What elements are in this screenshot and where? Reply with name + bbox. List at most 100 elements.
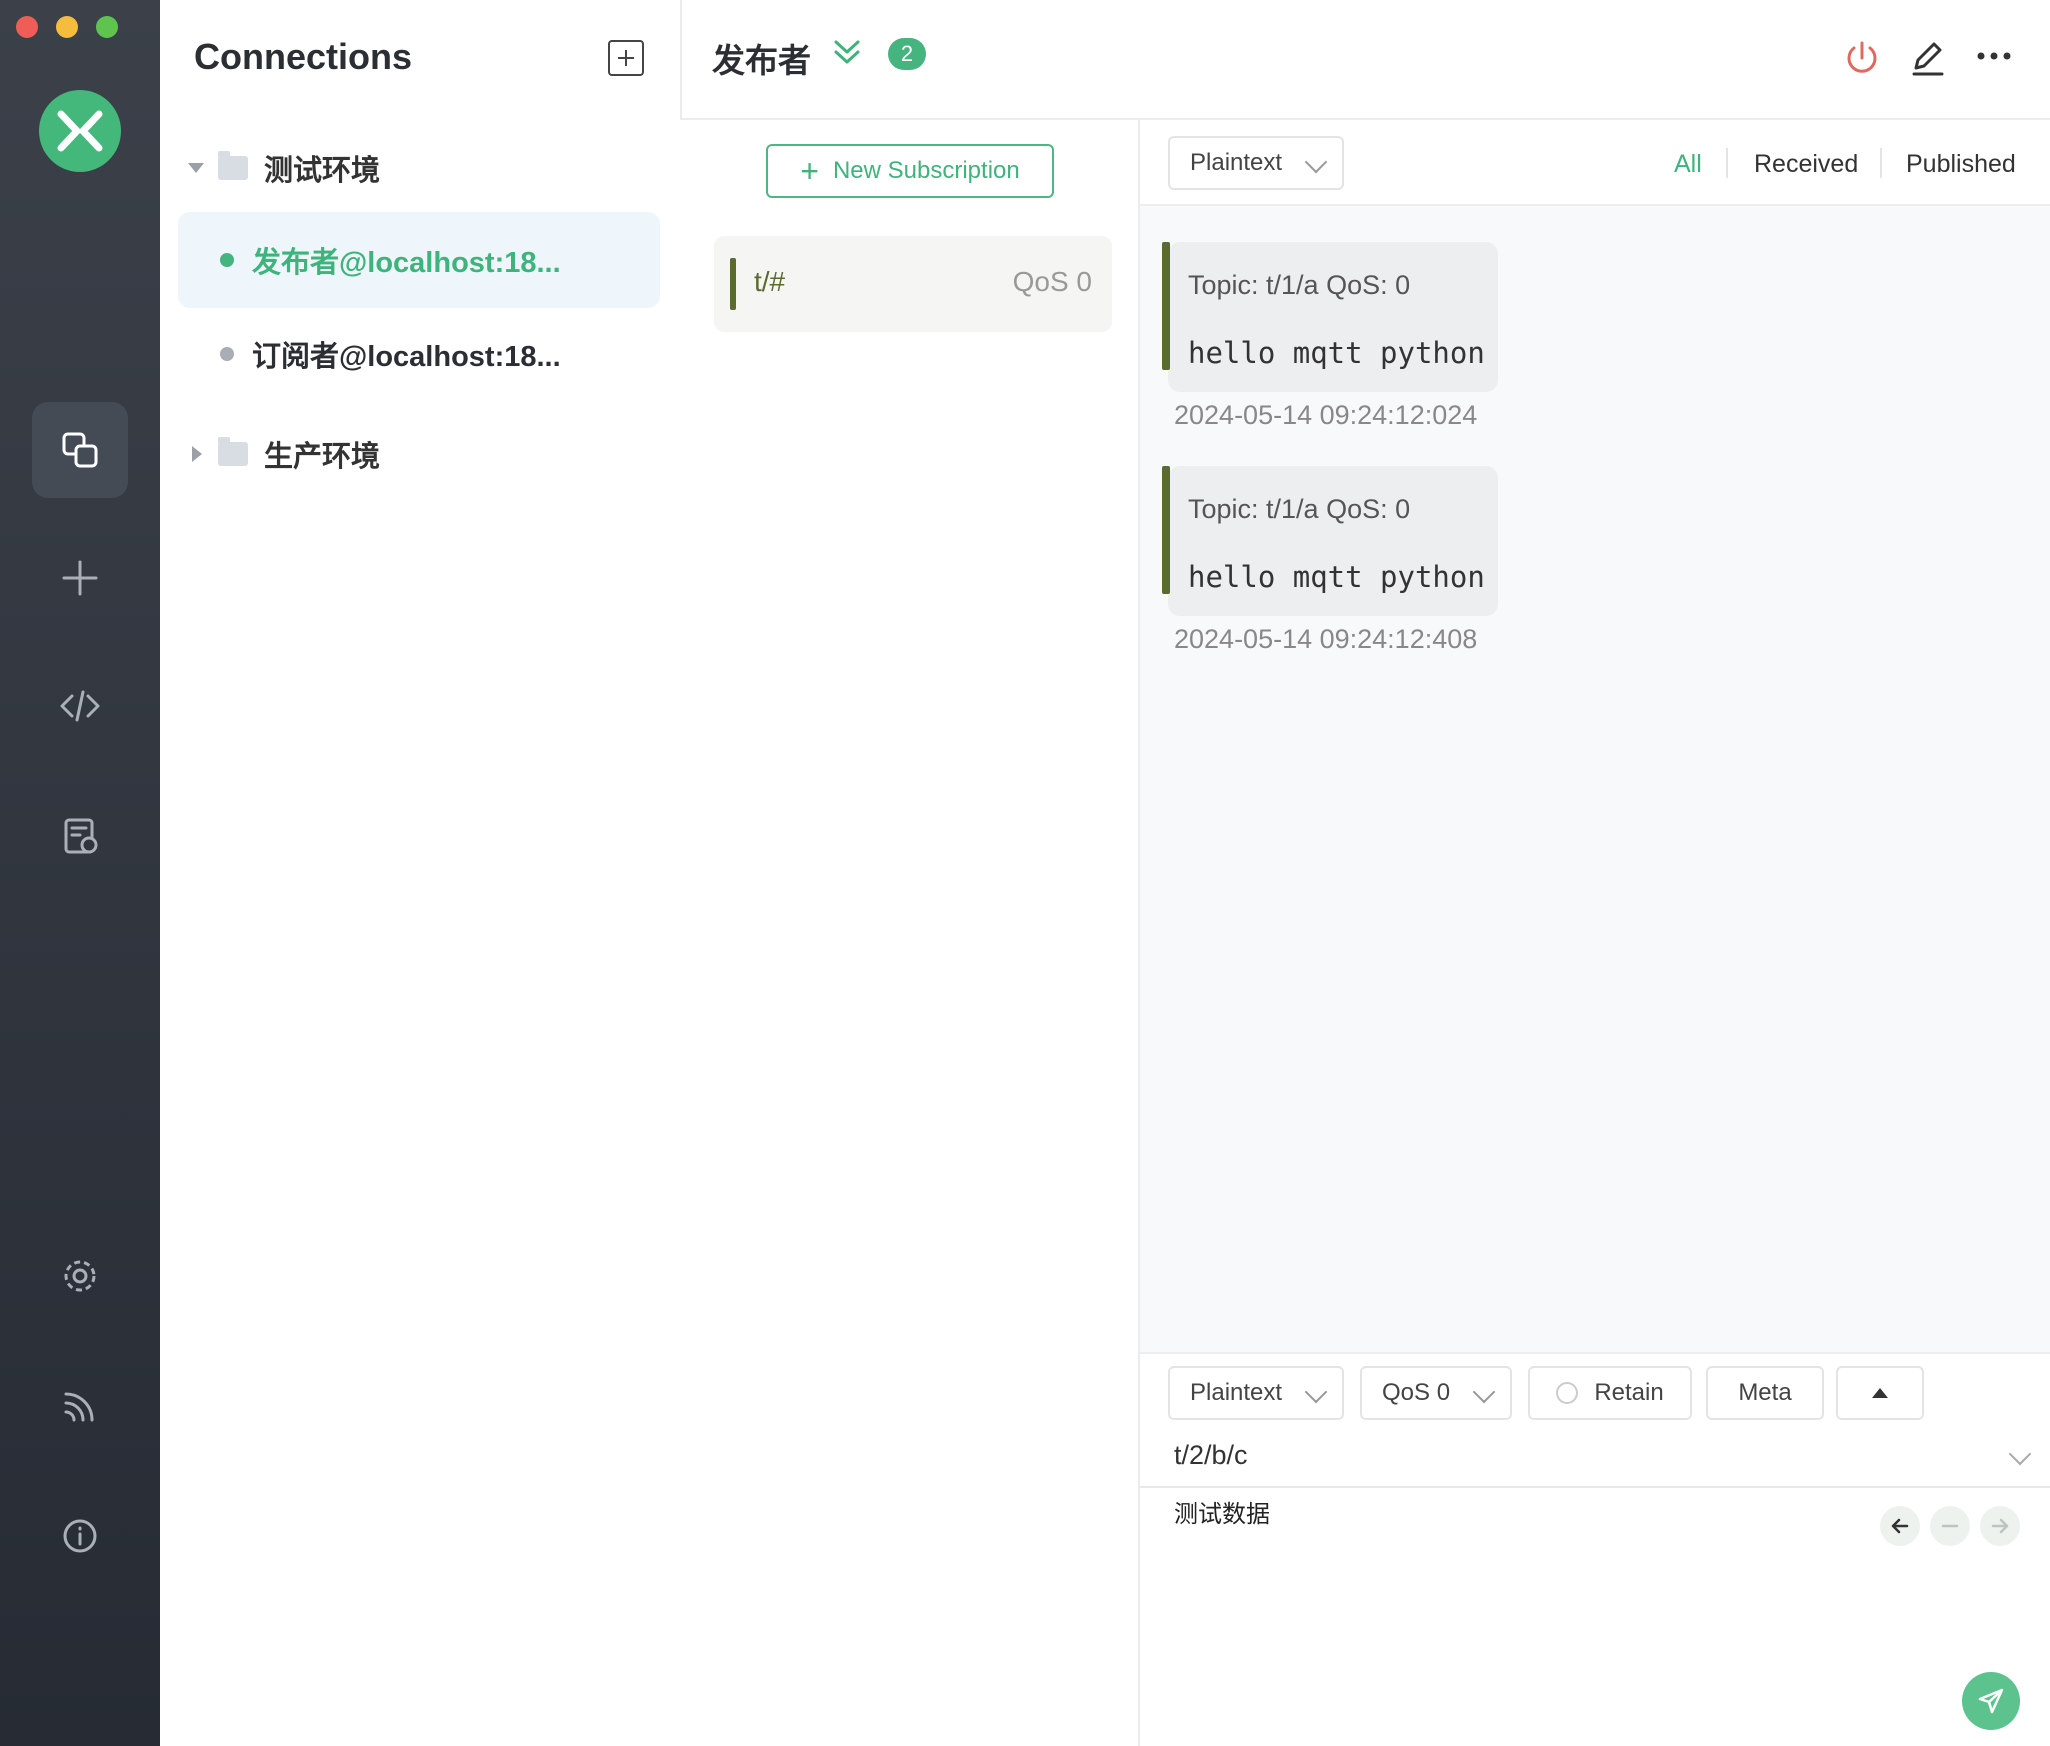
- publish-qos-value: QoS 0: [1382, 1379, 1451, 1406]
- publish-format-select[interactable]: Plaintext: [1168, 1366, 1344, 1420]
- folder-icon: [218, 151, 248, 180]
- nav-log-button[interactable]: [32, 788, 128, 884]
- send-button[interactable]: [1962, 1672, 2020, 1730]
- connection-item-subscriber[interactable]: 订阅者@localhost:18...: [178, 306, 660, 402]
- retain-label: Retain: [1594, 1379, 1664, 1406]
- publish-topic-input[interactable]: t/2/b/c: [1174, 1440, 1248, 1471]
- connection-item-publisher[interactable]: 发布者@localhost:18...: [178, 212, 660, 308]
- nav-settings-button[interactable]: [32, 1228, 128, 1324]
- group-prod-env[interactable]: 生产环境: [188, 432, 380, 476]
- message-meta: Topic: t/1/a QoS: 0: [1188, 270, 1411, 300]
- filter-divider: [1880, 148, 1882, 178]
- nav-connections-button[interactable]: [32, 402, 128, 498]
- publish-format-value: Plaintext: [1190, 1379, 1283, 1406]
- window-minimize-button[interactable]: [56, 16, 78, 38]
- message-meta: Topic: t/1/a QoS: 0: [1188, 494, 1411, 524]
- subscription-item[interactable]: t/# QoS 0: [714, 236, 1112, 332]
- message-count-badge: 2: [888, 38, 926, 70]
- window-close-button[interactable]: [16, 16, 38, 38]
- chevron-down-icon: [1304, 1380, 1328, 1404]
- message-item[interactable]: Topic: t/1/a QoS: 0 hello mqtt python 20…: [1162, 466, 1498, 654]
- caret-down-icon: [188, 163, 204, 173]
- status-dot-connected: [220, 253, 234, 267]
- payload-format-select[interactable]: Plaintext: [1168, 136, 1344, 190]
- sidebar-rail: [0, 0, 160, 1746]
- edit-icon[interactable]: [1908, 38, 1948, 78]
- message-payload: hello mqtt python: [1188, 560, 1485, 594]
- nav-new-connection-button[interactable]: [32, 530, 128, 626]
- message-color-bar: [1162, 242, 1170, 370]
- filter-divider: [1726, 148, 1728, 178]
- message-card: Topic: t/1/a QoS: 0 hello mqtt python: [1162, 466, 1498, 616]
- code-icon: [60, 690, 100, 722]
- meta-button[interactable]: Meta: [1706, 1366, 1824, 1420]
- triangle-up-icon: [1872, 1388, 1888, 1398]
- connection-label: 订阅者@localhost:18...: [252, 341, 561, 373]
- power-icon[interactable]: [1842, 38, 1882, 78]
- log-icon: [64, 818, 98, 854]
- message-payload: hello mqtt python: [1188, 336, 1485, 370]
- mqttx-logo-icon: [39, 90, 121, 172]
- nav-feed-button[interactable]: [32, 1358, 128, 1454]
- messages-toolbar: Plaintext All Received Published: [1140, 120, 2050, 206]
- messages-panel: Plaintext All Received Published Topic: …: [1140, 120, 2050, 1352]
- status-dot-disconnected: [220, 347, 234, 361]
- info-icon: [63, 1519, 97, 1553]
- send-icon: [1978, 1688, 2004, 1714]
- plus-icon: +: [800, 153, 819, 189]
- group-label: 生产环境: [264, 441, 381, 473]
- add-connection-icon[interactable]: [608, 40, 644, 76]
- connection-label: 发布者@localhost:18...: [252, 247, 561, 279]
- more-icon[interactable]: [1974, 38, 2014, 78]
- chevron-down-icon[interactable]: [2008, 1442, 2032, 1466]
- app-window: Connections 测试环境 发布者@localhost:18... 订阅者…: [0, 0, 2050, 1746]
- chevron-down-icon: [1472, 1380, 1496, 1404]
- new-subscription-label: New Subscription: [832, 157, 1020, 184]
- plus-icon: [62, 560, 98, 596]
- window-zoom-button[interactable]: [96, 16, 118, 38]
- history-back-button[interactable]: [1880, 1506, 1920, 1546]
- new-subscription-button[interactable]: + New Subscription: [766, 144, 1054, 198]
- connection-title: 发布者: [712, 42, 811, 79]
- chevron-double-down-icon[interactable]: [830, 36, 864, 70]
- message-item[interactable]: Topic: t/1/a QoS: 0 hello mqtt python 20…: [1162, 242, 1498, 430]
- publish-qos-select[interactable]: QoS 0: [1360, 1366, 1512, 1420]
- retain-radio-icon: [1556, 1382, 1579, 1404]
- subscription-topic: t/#: [754, 266, 786, 297]
- message-color-bar: [1162, 466, 1170, 594]
- subscriptions-panel: + New Subscription t/# QoS 0: [680, 120, 1140, 1746]
- arrow-right-icon: [1991, 1518, 2009, 1534]
- connection-header: 发布者 2: [680, 0, 2050, 120]
- filter-all[interactable]: All: [1674, 150, 1702, 179]
- collapse-button[interactable]: [1836, 1366, 1924, 1420]
- filter-published[interactable]: Published: [1906, 150, 2016, 179]
- feed-icon: [64, 1392, 94, 1422]
- message-timestamp: 2024-05-14 09:24:12:024: [1174, 400, 1478, 430]
- message-card: Topic: t/1/a QoS: 0 hello mqtt python: [1162, 242, 1498, 392]
- connections-panel: Connections 测试环境 发布者@localhost:18... 订阅者…: [160, 0, 682, 1746]
- payload-format-value: Plaintext: [1190, 149, 1283, 176]
- publish-panel: Plaintext QoS 0 Retain Meta t/2/b/c 测试数据: [1140, 1352, 2050, 1746]
- gear-icon: [64, 1260, 96, 1292]
- publish-payload-editor[interactable]: 测试数据: [1174, 1494, 1270, 1529]
- nav-about-button[interactable]: [32, 1488, 128, 1584]
- filter-received[interactable]: Received: [1754, 150, 1858, 179]
- minus-icon: [1941, 1524, 1959, 1528]
- subscription-qos: QoS 0: [1012, 266, 1092, 297]
- group-label: 测试环境: [264, 155, 381, 187]
- connections-title: Connections: [194, 36, 413, 77]
- group-test-env[interactable]: 测试环境: [188, 146, 380, 190]
- folder-icon: [218, 437, 248, 466]
- nav-script-button[interactable]: [32, 658, 128, 754]
- topic-divider: [1140, 1486, 2050, 1488]
- history-forward-button[interactable]: [1980, 1506, 2020, 1546]
- retain-toggle[interactable]: Retain: [1528, 1366, 1692, 1420]
- arrow-left-icon: [1891, 1518, 1909, 1534]
- caret-right-icon: [192, 446, 202, 462]
- subscription-color-bar: [730, 258, 736, 310]
- chevron-down-icon: [1304, 150, 1328, 174]
- message-timestamp: 2024-05-14 09:24:12:408: [1174, 624, 1478, 654]
- meta-label: Meta: [1738, 1379, 1792, 1406]
- history-clear-button[interactable]: [1930, 1506, 1970, 1546]
- connections-icon: [62, 432, 98, 468]
